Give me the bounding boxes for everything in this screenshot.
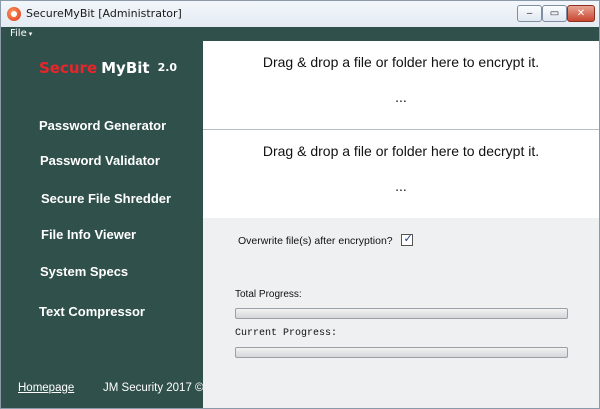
overwrite-label: Overwrite file(s) after encryption? bbox=[238, 235, 393, 247]
sidebar-item-password-generator[interactable]: Password Generator bbox=[39, 118, 166, 133]
main-panel: Drag & drop a file or folder here to enc… bbox=[203, 41, 599, 408]
menu-file-label: File bbox=[10, 28, 27, 39]
title-bar[interactable]: SecureMyBit [Administrator] ‒ ▭ ✕ bbox=[1, 1, 599, 27]
current-progress-bar bbox=[235, 347, 568, 358]
sidebar-item-system-specs[interactable]: System Specs bbox=[40, 264, 128, 279]
sidebar-item-file-info-viewer[interactable]: File Info Viewer bbox=[41, 227, 136, 242]
menu-bar: File ▾ bbox=[1, 27, 599, 41]
app-window: SecureMyBit [Administrator] ‒ ▭ ✕ File ▾ … bbox=[0, 0, 600, 409]
close-button[interactable]: ✕ bbox=[567, 5, 595, 22]
app-logo-icon bbox=[7, 7, 21, 21]
brand-secure: Secure bbox=[39, 59, 98, 77]
chevron-down-icon: ▾ bbox=[28, 30, 33, 38]
brand-version: 2.0 bbox=[157, 61, 178, 74]
maximize-button[interactable]: ▭ bbox=[542, 5, 567, 22]
current-progress-label: Current Progress: bbox=[235, 328, 338, 339]
app-brand: Secure MyBit 2.0 bbox=[39, 59, 177, 77]
encrypt-drop-text: Drag & drop a file or folder here to enc… bbox=[262, 54, 540, 70]
window-title: SecureMyBit [Administrator] bbox=[26, 7, 182, 20]
copyright-text: JM Security 2017 © bbox=[103, 382, 204, 394]
minimize-button[interactable]: ‒ bbox=[517, 5, 542, 22]
decrypt-drop-zone[interactable]: Drag & drop a file or folder here to dec… bbox=[203, 130, 599, 218]
menu-file[interactable]: File ▾ bbox=[10, 27, 32, 41]
overwrite-option: Overwrite file(s) after encryption? ✓ bbox=[238, 232, 414, 247]
encrypt-status: ... bbox=[395, 89, 407, 105]
sidebar-item-secure-file-shredder[interactable]: Secure File Shredder bbox=[41, 191, 171, 206]
overwrite-checkbox[interactable]: ✓ bbox=[401, 232, 414, 246]
sidebar: Secure MyBit 2.0 Password Generator Passwo… bbox=[1, 41, 204, 408]
homepage-link[interactable]: Homepage bbox=[18, 382, 74, 394]
sidebar-item-text-compressor[interactable]: Text Compressor bbox=[39, 304, 145, 319]
total-progress-bar bbox=[235, 308, 568, 319]
total-progress-label: Total Progress: bbox=[235, 289, 302, 300]
decrypt-status: ... bbox=[395, 178, 407, 194]
encrypt-drop-zone[interactable]: Drag & drop a file or folder here to enc… bbox=[203, 41, 599, 129]
sidebar-item-password-validator[interactable]: Password Validator bbox=[40, 153, 160, 168]
brand-mybit: MyBit bbox=[101, 59, 150, 77]
check-icon: ✓ bbox=[403, 232, 413, 245]
decrypt-drop-text: Drag & drop a file or folder here to dec… bbox=[262, 143, 540, 159]
